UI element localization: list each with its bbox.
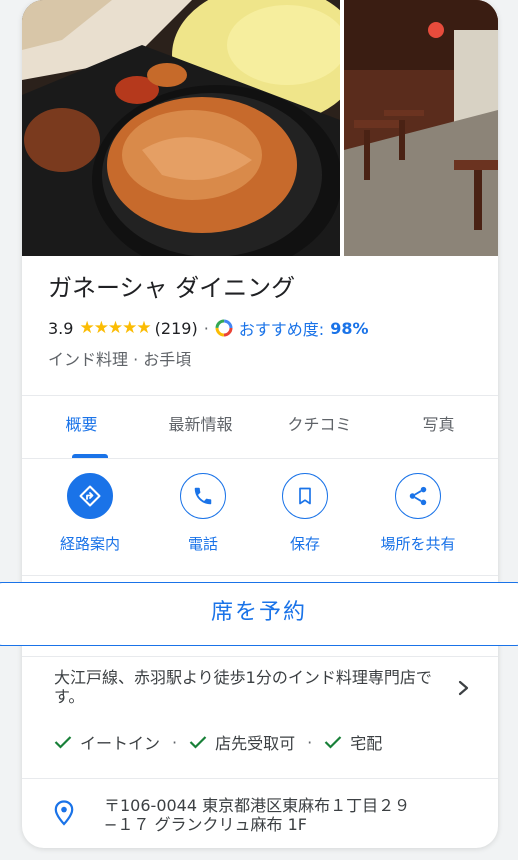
star-rating-icon: ★★★★★ [79,318,151,338]
recommend-label[interactable]: おすすめ度: [239,316,324,340]
separator-dot: · [172,732,178,752]
address-text: 〒106-0044 東京都港区東麻布１丁目２９−１７ グランクリュ麻布 1F [104,796,411,834]
feature-delivery: 宅配 [350,734,383,753]
tab-photos[interactable]: 写真 [379,396,498,458]
save-button[interactable]: 保存 [245,470,365,554]
tab-overview[interactable]: 概要 [22,396,141,458]
google-recommend-icon [215,319,233,337]
check-icon [324,736,342,749]
save-label: 保存 [289,535,320,553]
feature-curbside: 店先受取可 [215,734,296,753]
tab-reviews[interactable]: クチコミ [260,396,379,458]
divider [22,575,498,576]
separator-dot: · [307,732,313,752]
chevron-right-icon[interactable] [458,680,470,696]
divider [22,656,498,657]
directions-button[interactable]: 経路案内 [30,470,150,554]
place-description[interactable]: 大江戸線、赤羽駅より徒歩1分のインド料理専門店です。 [54,668,434,706]
service-options: イートイン · 店先受取可 · 宅配 [54,730,382,754]
place-card: ガネーシャ ダイニング 3.9 ★★★★★ (219) · おすすめ度: 98%… [22,0,498,848]
tab-bar: 概要 最新情報 クチコミ 写真 [22,396,498,458]
check-icon [189,736,207,749]
food-photo[interactable] [22,0,340,256]
photo-strip[interactable] [22,0,498,256]
share-icon [395,473,441,519]
reserve-table-button[interactable]: 席を予約 [0,582,518,646]
directions-label: 経路案内 [59,535,120,553]
recommend-percent[interactable]: 98% [330,319,368,338]
interior-photo[interactable] [344,0,498,256]
location-pin-icon [54,800,74,826]
bookmark-icon [282,473,328,519]
separator-dot: · [203,318,209,338]
share-label: 場所を共有 [380,535,456,553]
action-row: 経路案内 電話 保存 場所を共有 [22,470,498,565]
place-category: インド料理 · お手頃 [48,350,192,369]
phone-icon [180,473,226,519]
place-name: ガネーシャ ダイニング [48,274,296,302]
divider [22,778,498,779]
review-count[interactable]: (219) [155,319,198,338]
share-button[interactable]: 場所を共有 [358,470,478,554]
directions-icon [67,473,113,519]
check-icon [54,736,72,749]
tab-updates[interactable]: 最新情報 [141,396,260,458]
rating-value: 3.9 [48,318,74,338]
rating-row: 3.9 ★★★★★ (219) · おすすめ度: 98% [48,316,368,340]
divider [22,458,498,459]
feature-dine-in: イートイン [80,734,161,753]
